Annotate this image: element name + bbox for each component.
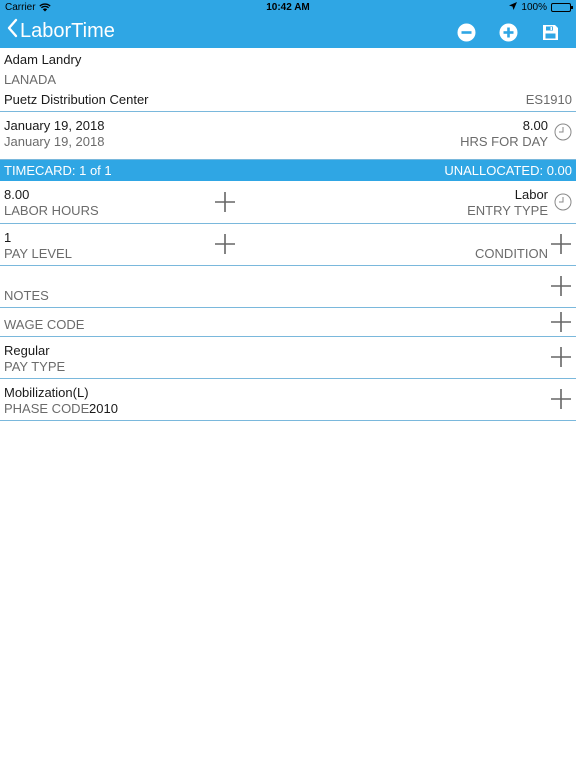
pay-level-label: PAY LEVEL (4, 246, 72, 261)
save-icon[interactable] (540, 22, 560, 42)
employee-name: Adam Landry (4, 52, 82, 67)
add-condition-button[interactable] (550, 233, 572, 255)
pay-level-value: 1 (4, 230, 12, 245)
employee-section: Adam Landry LANADA Puetz Distribution Ce… (0, 48, 576, 112)
notes-label: NOTES (4, 288, 49, 303)
chevron-left-icon (6, 18, 20, 44)
add-labor-hours-button[interactable] (214, 191, 236, 213)
pay-type-row[interactable]: Regular PAY TYPE (0, 337, 576, 379)
pay-type-label: PAY TYPE (4, 359, 66, 374)
add-pay-type-button[interactable] (550, 346, 572, 368)
phase-code-number: 2010 (89, 401, 118, 416)
timecard-header: TIMECARD: 1 of 1 UNALLOCATED: 0.00 (0, 160, 576, 181)
condition-label: CONDITION (475, 246, 548, 261)
notes-row[interactable]: NOTES (0, 266, 576, 308)
hours-for-day-value: 8.00 (522, 118, 548, 133)
wage-code-label: WAGE CODE (4, 317, 85, 332)
site-code: ES1910 (525, 92, 572, 107)
pay-type-value: Regular (4, 343, 50, 358)
status-bar: Carrier 10:42 AM 100% (0, 0, 576, 16)
employee-location: LANADA (4, 72, 57, 87)
nav-bar: LaborTime (0, 16, 576, 48)
location-arrow-icon (509, 2, 518, 13)
unallocated-total: UNALLOCATED: 0.00 (444, 163, 572, 178)
labor-hours-row: 8.00 LABOR HOURS Labor ENTRY TYPE (0, 181, 576, 224)
wage-code-row[interactable]: WAGE CODE (0, 308, 576, 337)
site-name: Puetz Distribution Center (4, 92, 149, 107)
pay-level-row: 1 PAY LEVEL CONDITION (0, 224, 576, 266)
hours-for-day-label: HRS FOR DAY (460, 134, 548, 149)
timecard-title: TIMECARD: 1 of 1 (4, 163, 112, 178)
back-label: LaborTime (20, 19, 115, 42)
add-phase-code-button[interactable] (550, 388, 572, 410)
work-date-value: January 19, 2018 (4, 118, 105, 133)
clock-icon[interactable] (554, 123, 572, 141)
add-notes-button[interactable] (550, 275, 572, 297)
work-date-label: January 19, 2018 (4, 134, 105, 149)
labor-hours-value: 8.00 (4, 187, 30, 202)
phase-code-value: Mobilization(L) (4, 385, 89, 400)
minus-circle-icon[interactable] (456, 22, 476, 42)
back-button[interactable]: LaborTime (6, 18, 115, 44)
battery-percent: 100% (521, 2, 547, 13)
battery-icon (551, 3, 573, 12)
date-row[interactable]: January 19, 2018 January 19, 2018 8.00 H… (0, 112, 576, 160)
entry-type-label: ENTRY TYPE (467, 203, 548, 218)
phase-code-row[interactable]: Mobilization(L) PHASE CODE 2010 (0, 379, 576, 421)
clock-icon[interactable] (554, 193, 572, 211)
add-pay-level-button[interactable] (214, 233, 236, 255)
clock-time: 10:42 AM (266, 2, 310, 13)
labor-hours-label: LABOR HOURS (4, 203, 99, 218)
plus-circle-icon[interactable] (498, 22, 518, 42)
phase-code-label: PHASE CODE (4, 401, 90, 416)
add-wage-code-button[interactable] (550, 311, 572, 333)
entry-type-value: Labor (514, 187, 548, 202)
